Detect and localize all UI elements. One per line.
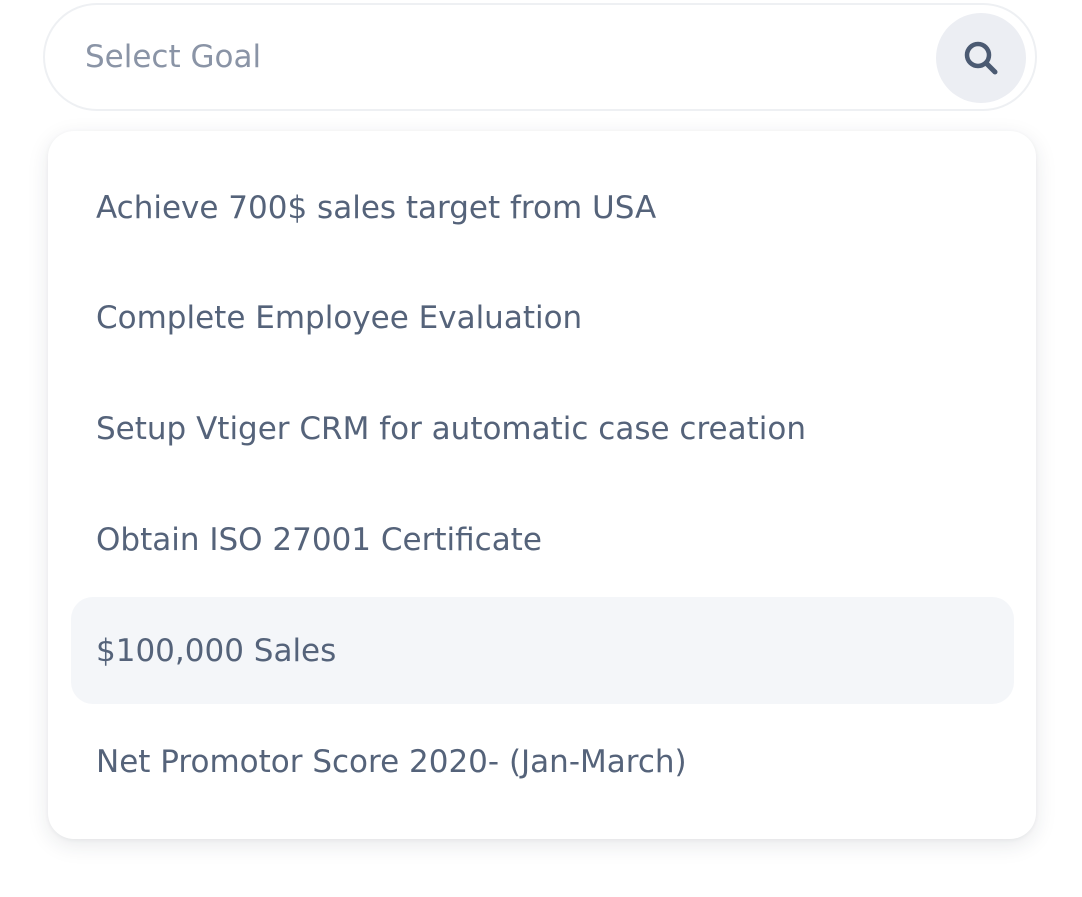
goal-option[interactable]: Obtain ISO 27001 Certificate <box>71 486 1014 593</box>
search-icon <box>964 41 998 75</box>
goal-search-box <box>43 3 1037 111</box>
goal-options-dropdown: Achieve 700$ sales target from USA Compl… <box>48 131 1036 839</box>
goal-search-input[interactable] <box>85 29 905 85</box>
search-button[interactable] <box>936 13 1026 103</box>
goal-option[interactable]: Achieve 700$ sales target from USA <box>71 154 1014 261</box>
goal-option-highlighted[interactable]: $100,000 Sales <box>71 597 1014 704</box>
goal-option[interactable]: Setup Vtiger CRM for automatic case crea… <box>71 375 1014 482</box>
goal-option[interactable]: Complete Employee Evaluation <box>71 264 1014 371</box>
goal-selector: Achieve 700$ sales target from USA Compl… <box>0 0 1082 897</box>
goal-option[interactable]: Net Promotor Score 2020- (Jan-March) <box>71 708 1014 815</box>
